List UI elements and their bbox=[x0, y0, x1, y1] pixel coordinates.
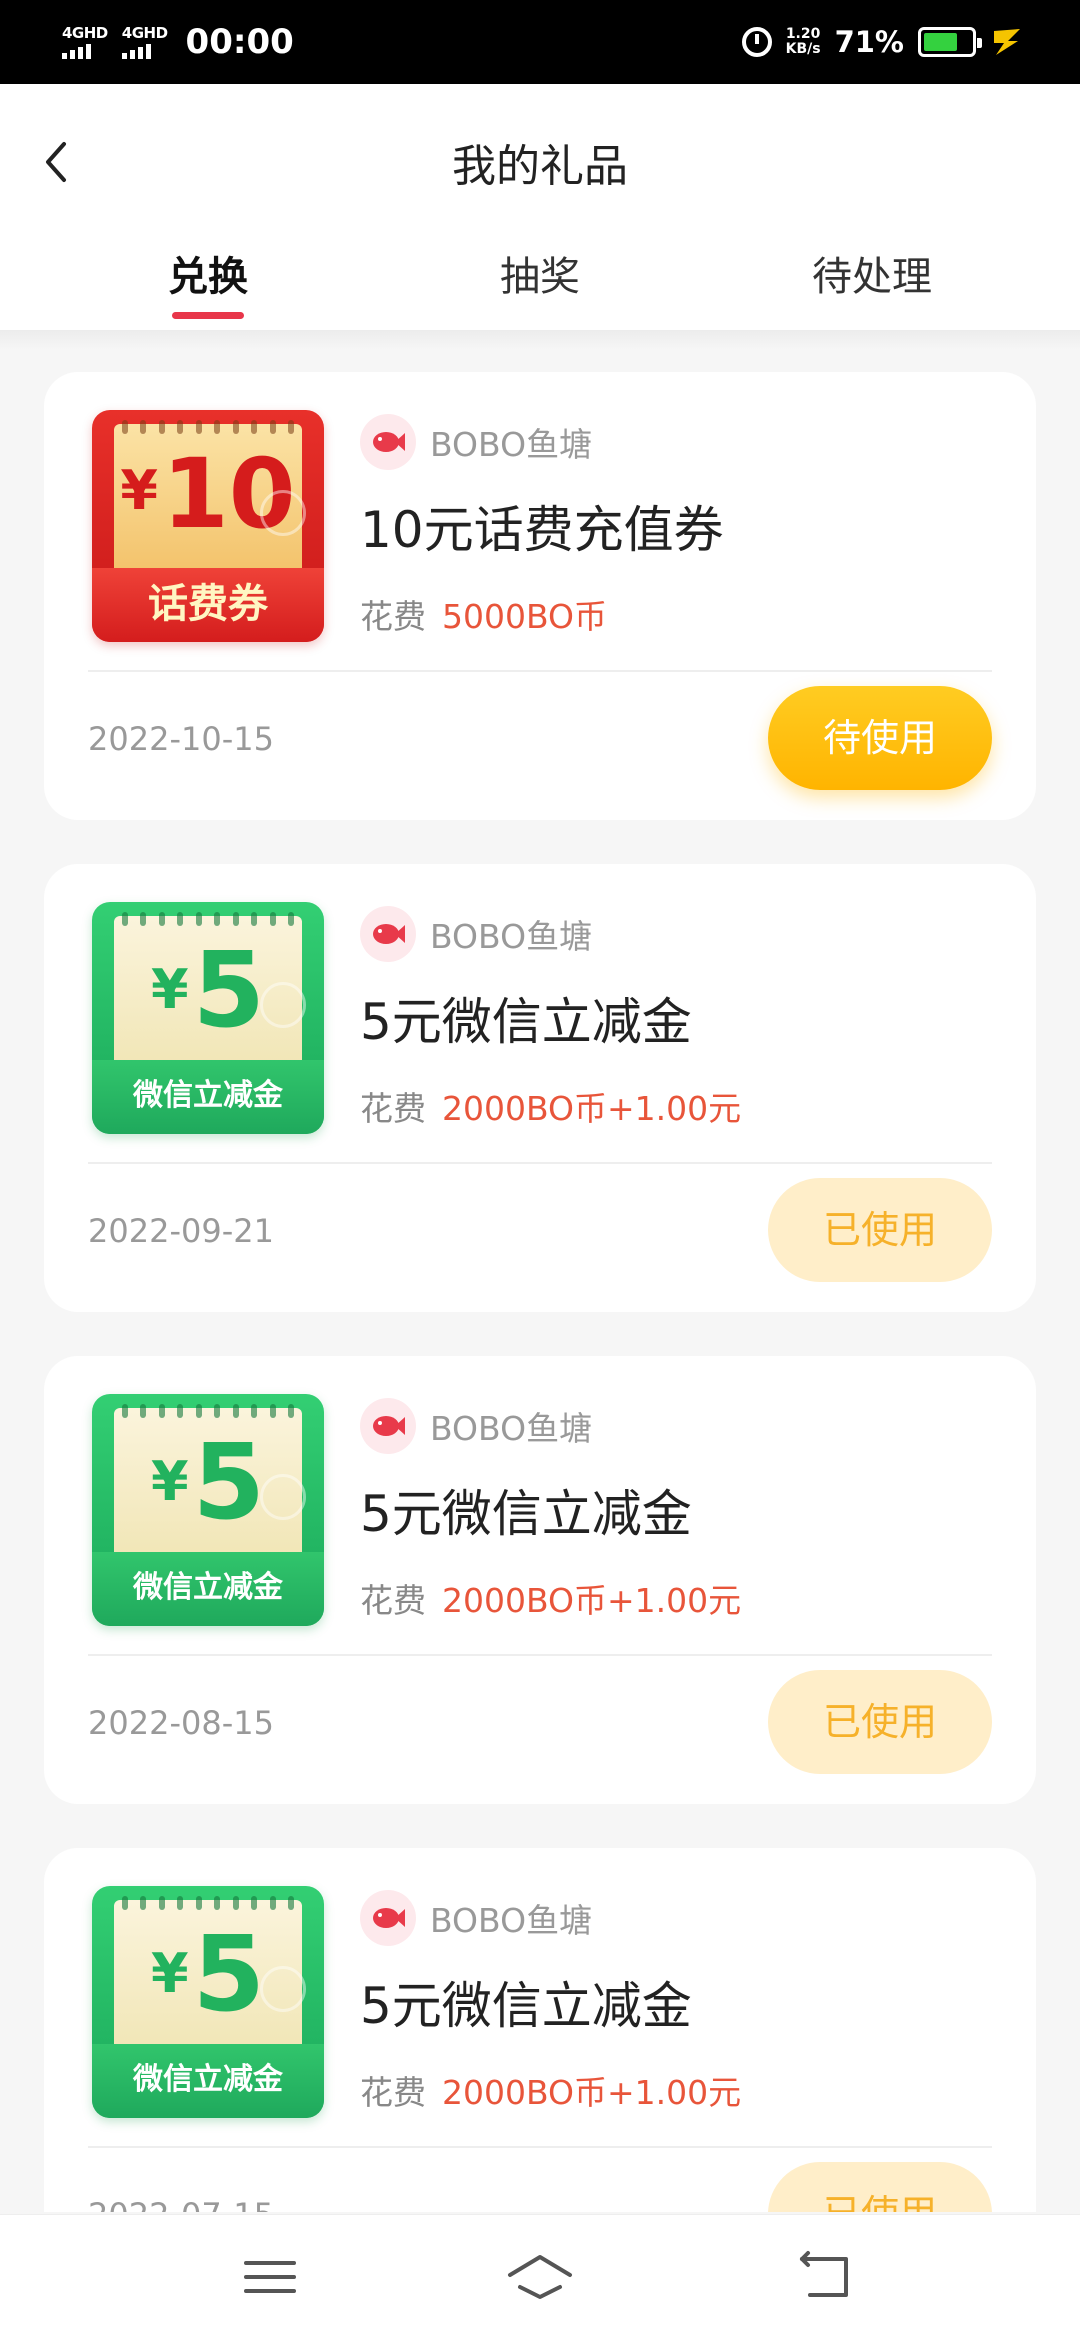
cost-label: 花费 bbox=[360, 1581, 426, 1620]
gift-title: 5元微信立减金 bbox=[360, 1485, 692, 1543]
voucher-thumbnail: ¥5 微信立减金 bbox=[92, 1886, 324, 2118]
merchant: BOBO鱼塘 bbox=[360, 1890, 592, 1946]
cost-value: 5000BO币 bbox=[442, 597, 608, 636]
gift-card[interactable]: ¥10 话费券 BOBO鱼塘 10元话费充值券 花费 5000BO币 2022-1… bbox=[44, 372, 1036, 820]
home-icon[interactable] bbox=[500, 2245, 580, 2309]
merchant-name: BOBO鱼塘 bbox=[430, 917, 593, 956]
gift-list[interactable]: ¥10 话费券 BOBO鱼塘 10元话费充值券 花费 5000BO币 2022-1… bbox=[44, 372, 1036, 2212]
gift-card[interactable]: ¥5 微信立减金 BOBO鱼塘 5元微信立减金 花费 2000BO币+1.00元 … bbox=[44, 864, 1036, 1312]
divider bbox=[88, 670, 992, 672]
divider bbox=[88, 1162, 992, 1164]
battery-icon bbox=[918, 27, 982, 57]
merchant-name: BOBO鱼塘 bbox=[430, 1409, 593, 1448]
merchant-name: BOBO鱼塘 bbox=[430, 425, 593, 464]
gift-cost: 花费 2000BO币+1.00元 bbox=[360, 1574, 741, 1622]
network-type-2: 4GHD bbox=[121, 23, 168, 42]
cost-label: 花费 bbox=[360, 2073, 426, 2112]
cost-label: 花费 bbox=[360, 1089, 426, 1128]
used-status-button[interactable]: 已使用 bbox=[768, 1178, 992, 1282]
gift-title: 5元微信立减金 bbox=[360, 1977, 692, 2035]
voucher-type-label: 微信立减金 bbox=[92, 1060, 324, 1134]
cost-value: 2000BO币+1.00元 bbox=[442, 1581, 742, 1620]
gift-date: 2022-10-15 bbox=[88, 720, 274, 758]
return-icon[interactable] bbox=[784, 2245, 864, 2309]
gift-card[interactable]: ¥5 微信立减金 BOBO鱼塘 5元微信立减金 花费 2000BO币+1.00元 … bbox=[44, 1356, 1036, 1804]
merchant: BOBO鱼塘 bbox=[360, 414, 592, 470]
system-nav-bar bbox=[0, 2214, 1080, 2340]
signal-icon-2: 4GHD bbox=[121, 23, 168, 59]
voucher-type-label: 话费券 bbox=[92, 568, 324, 642]
used-status-button[interactable]: 已使用 bbox=[768, 2162, 992, 2212]
divider bbox=[88, 1654, 992, 1656]
gift-title: 10元话费充值券 bbox=[360, 501, 724, 559]
gift-date: 2022-07-15 bbox=[88, 2196, 274, 2212]
voucher-thumbnail: ¥5 微信立减金 bbox=[92, 1394, 324, 1626]
gift-date: 2022-09-21 bbox=[88, 1212, 274, 1250]
gift-cost: 花费 5000BO币 bbox=[360, 590, 607, 638]
voucher-thumbnail: ¥10 话费券 bbox=[92, 410, 324, 642]
tab-pending[interactable]: 待处理 bbox=[772, 244, 972, 302]
menu-icon[interactable] bbox=[230, 2245, 310, 2309]
network-speed: 1.20 KB/s bbox=[786, 27, 821, 57]
network-speed-value: 1.20 bbox=[785, 26, 821, 42]
fish-icon bbox=[360, 1398, 416, 1454]
tab-bar: 兑换 抽奖 待处理 bbox=[0, 244, 1080, 324]
used-status-button[interactable]: 已使用 bbox=[768, 1670, 992, 1774]
network-speed-unit: KB/s bbox=[785, 41, 821, 57]
page-header: 我的礼品 兑换 抽奖 待处理 bbox=[0, 84, 1080, 330]
tab-exchange[interactable]: 兑换 bbox=[108, 244, 308, 302]
network-type-1: 4GHD bbox=[62, 23, 108, 42]
battery-percent: 71% bbox=[834, 25, 904, 59]
fish-icon bbox=[360, 1890, 416, 1946]
use-button[interactable]: 待使用 bbox=[768, 686, 992, 790]
gift-card[interactable]: ¥5 微信立减金 BOBO鱼塘 5元微信立减金 花费 2000BO币+1.00元 … bbox=[44, 1848, 1036, 2212]
voucher-type-label: 微信立减金 bbox=[92, 2044, 324, 2118]
alarm-icon bbox=[741, 27, 772, 57]
page-title: 我的礼品 bbox=[452, 141, 628, 192]
voucher-thumbnail: ¥5 微信立减金 bbox=[92, 902, 324, 1134]
gift-cost: 花费 2000BO币+1.00元 bbox=[360, 2066, 741, 2114]
tab-lottery[interactable]: 抽奖 bbox=[440, 244, 640, 302]
signal-icon: 4GHD bbox=[62, 23, 108, 59]
cost-label: 花费 bbox=[360, 597, 426, 636]
merchant: BOBO鱼塘 bbox=[360, 1398, 592, 1454]
voucher-type-label: 微信立减金 bbox=[92, 1552, 324, 1626]
gift-date: 2022-08-15 bbox=[88, 1704, 274, 1742]
charging-bolt-icon bbox=[994, 29, 1020, 55]
gift-cost: 花费 2000BO币+1.00元 bbox=[360, 1082, 741, 1130]
gift-title: 5元微信立减金 bbox=[360, 993, 692, 1051]
divider bbox=[88, 2146, 992, 2148]
fish-icon bbox=[360, 906, 416, 962]
active-tab-indicator bbox=[172, 312, 244, 319]
fish-icon bbox=[360, 414, 416, 470]
merchant: BOBO鱼塘 bbox=[360, 906, 592, 962]
cost-value: 2000BO币+1.00元 bbox=[442, 2073, 742, 2112]
cost-value: 2000BO币+1.00元 bbox=[442, 1089, 742, 1128]
clock: 00:00 bbox=[185, 22, 294, 62]
status-bar: 4GHD 4GHD 00:00 1.20 KB/s 71% bbox=[0, 0, 1080, 84]
merchant-name: BOBO鱼塘 bbox=[430, 1901, 593, 1940]
